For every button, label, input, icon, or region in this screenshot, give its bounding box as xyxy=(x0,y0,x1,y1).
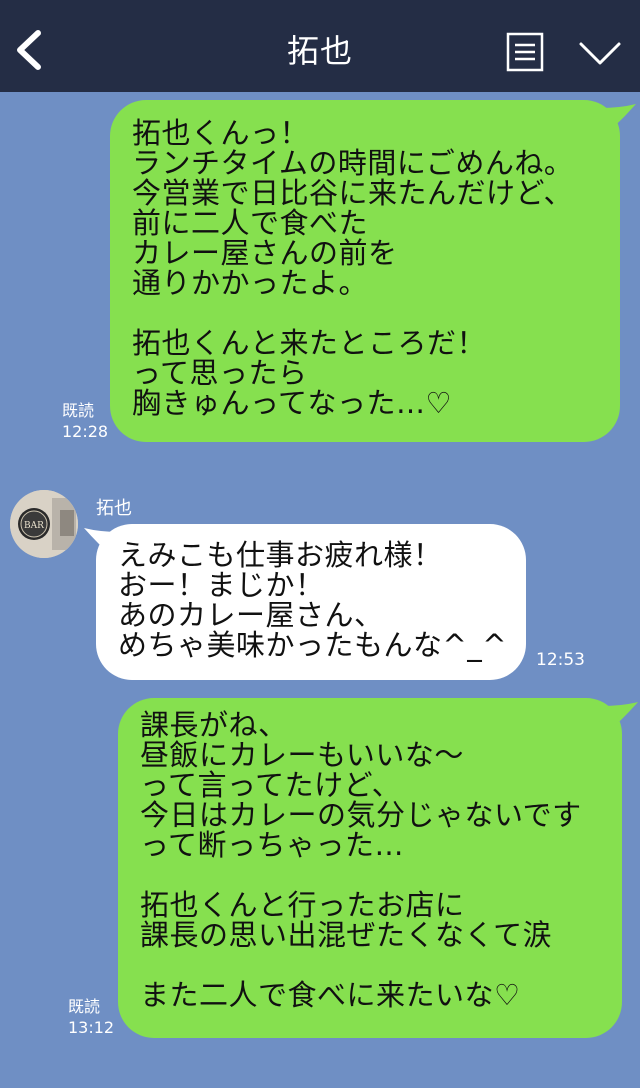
menu-icon[interactable] xyxy=(506,32,544,72)
message-meta: 既読 12:28 xyxy=(62,400,108,442)
sender-name: 拓也 xyxy=(96,498,132,519)
message-time: 13:12 xyxy=(68,1018,115,1037)
avatar[interactable]: BAR xyxy=(10,490,78,558)
message-bubble-outgoing[interactable]: 拓也くんっ！ ランチタイムの時間にごめんね。 今営業で日比谷に来たんだけど、 前… xyxy=(110,100,620,442)
chat-header: 拓也 xyxy=(0,0,640,92)
read-receipt: 既読 xyxy=(68,997,101,1016)
read-receipt: 既読 xyxy=(62,401,95,420)
chevron-down-icon[interactable] xyxy=(578,40,622,68)
message-text: 課長がね、 昼飯にカレーもいいな〜 って言ってたけど、 今日はカレーの気分じゃな… xyxy=(140,708,582,1012)
message-text: 拓也くんっ！ ランチタイムの時間にごめんね。 今営業で日比谷に来たんだけど、 前… xyxy=(132,116,574,420)
avatar-image: BAR xyxy=(10,490,78,558)
chat-title: 拓也 xyxy=(286,32,353,70)
avatar-label: BAR xyxy=(24,521,44,531)
message-time: 12:53 xyxy=(536,650,585,670)
message-text: えみこも仕事お疲れ様！ おー！まじか！ あのカレー屋さん、 めちゃ美味かったもん… xyxy=(118,538,508,662)
message-bubble-outgoing[interactable]: 課長がね、 昼飯にカレーもいいな〜 って言ってたけど、 今日はカレーの気分じゃな… xyxy=(118,698,622,1038)
message-meta: 既読 13:12 xyxy=(68,996,114,1038)
message-bubble-incoming[interactable]: えみこも仕事お疲れ様！ おー！まじか！ あのカレー屋さん、 めちゃ美味かったもん… xyxy=(96,524,526,680)
message-time: 12:28 xyxy=(62,422,109,441)
